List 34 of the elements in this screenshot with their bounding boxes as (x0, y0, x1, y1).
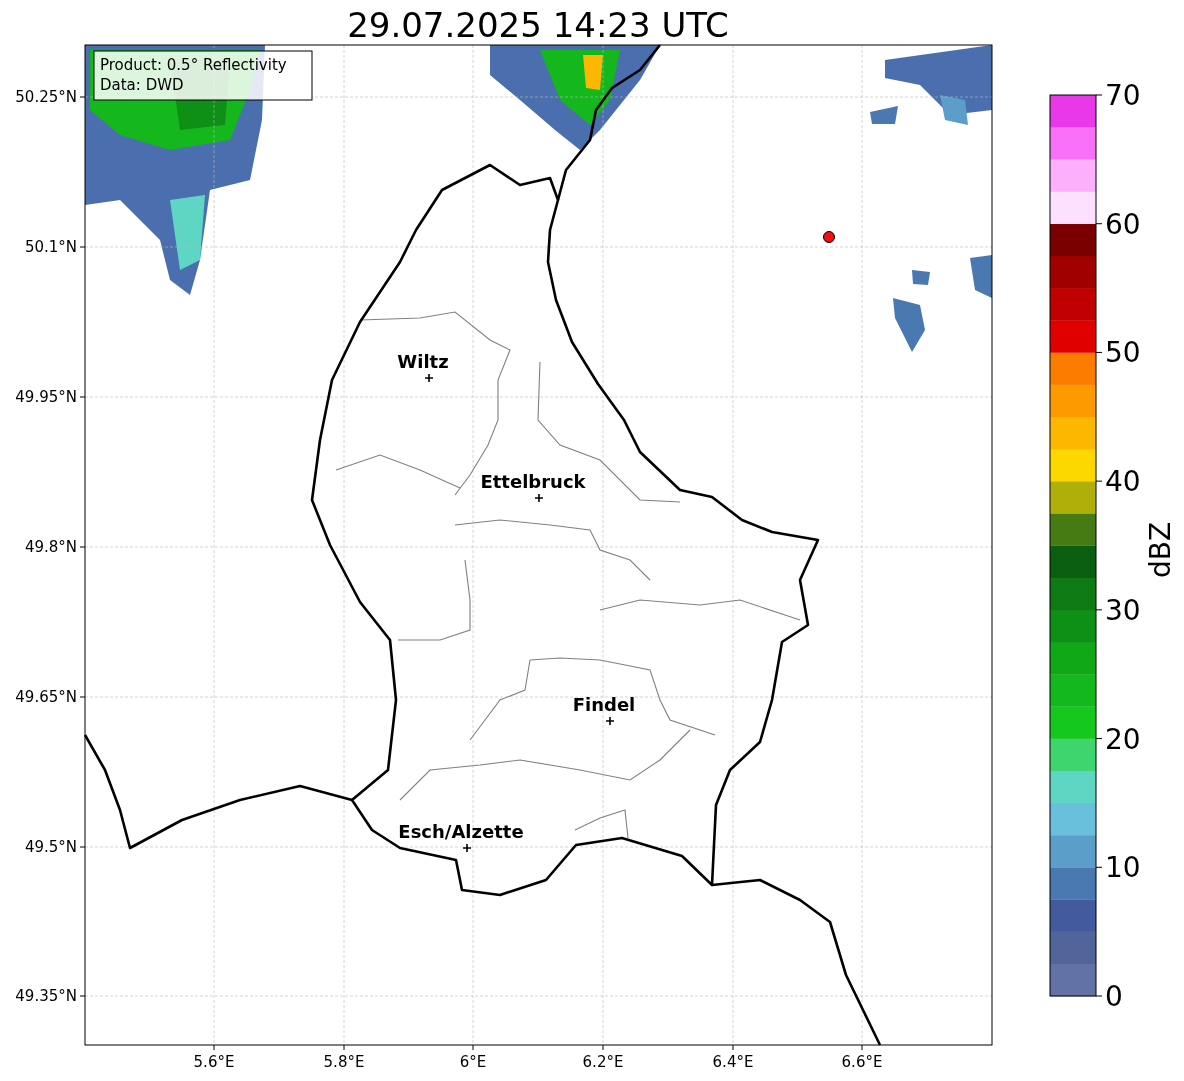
colorbar-tick-label: 0 (1105, 980, 1123, 1013)
latitude-label: 49.5°N (24, 838, 77, 856)
colorbar-tick-label: 70 (1105, 79, 1141, 112)
info-text: Product: 0.5° Reflectivity (100, 56, 287, 74)
city-marker-icon (462, 843, 472, 853)
latitude-label: 49.35°N (15, 987, 77, 1005)
info-text: Data: DWD (100, 76, 184, 94)
city-marker-icon (534, 493, 544, 503)
latitude-label: 50.1°N (24, 238, 77, 256)
city-label: Findel (572, 694, 636, 715)
longitude-label: 5.8°E (323, 1053, 365, 1071)
colorbar-tick-label: 40 (1105, 465, 1141, 499)
latitude-label: 49.95°N (15, 388, 77, 406)
latitude-label: 50.25°N (15, 88, 77, 106)
city-label: Wiltz (397, 351, 449, 372)
colorbar-tick-label: 60 (1105, 207, 1141, 241)
longitude-label: 6.4°E (712, 1053, 754, 1071)
colorbar-title: dBZ (1144, 521, 1177, 579)
radar-site-marker (823, 231, 835, 243)
colorbar-tick-label: 20 (1105, 722, 1141, 756)
chart-title: 29.07.2025 14:23 UTC (347, 5, 729, 45)
colorbar-tick-label: 50 (1105, 336, 1141, 370)
longitude-label: 6°E (459, 1053, 487, 1071)
longitude-label: 5.6°E (193, 1053, 235, 1071)
longitude-label: 6.2°E (582, 1053, 624, 1071)
latitude-label: 49.65°N (15, 688, 77, 706)
city-label: Ettelbruck (480, 471, 586, 492)
colorbar-tick-label: 10 (1105, 851, 1141, 885)
longitude-label: 6.6°E (841, 1053, 883, 1071)
colorbar-tick-label: 30 (1105, 593, 1141, 627)
latitude-label: 49.8°N (24, 538, 77, 556)
city-marker-icon (605, 716, 615, 726)
city-label: Esch/Alzette (398, 821, 524, 842)
city-marker-icon (424, 373, 434, 383)
